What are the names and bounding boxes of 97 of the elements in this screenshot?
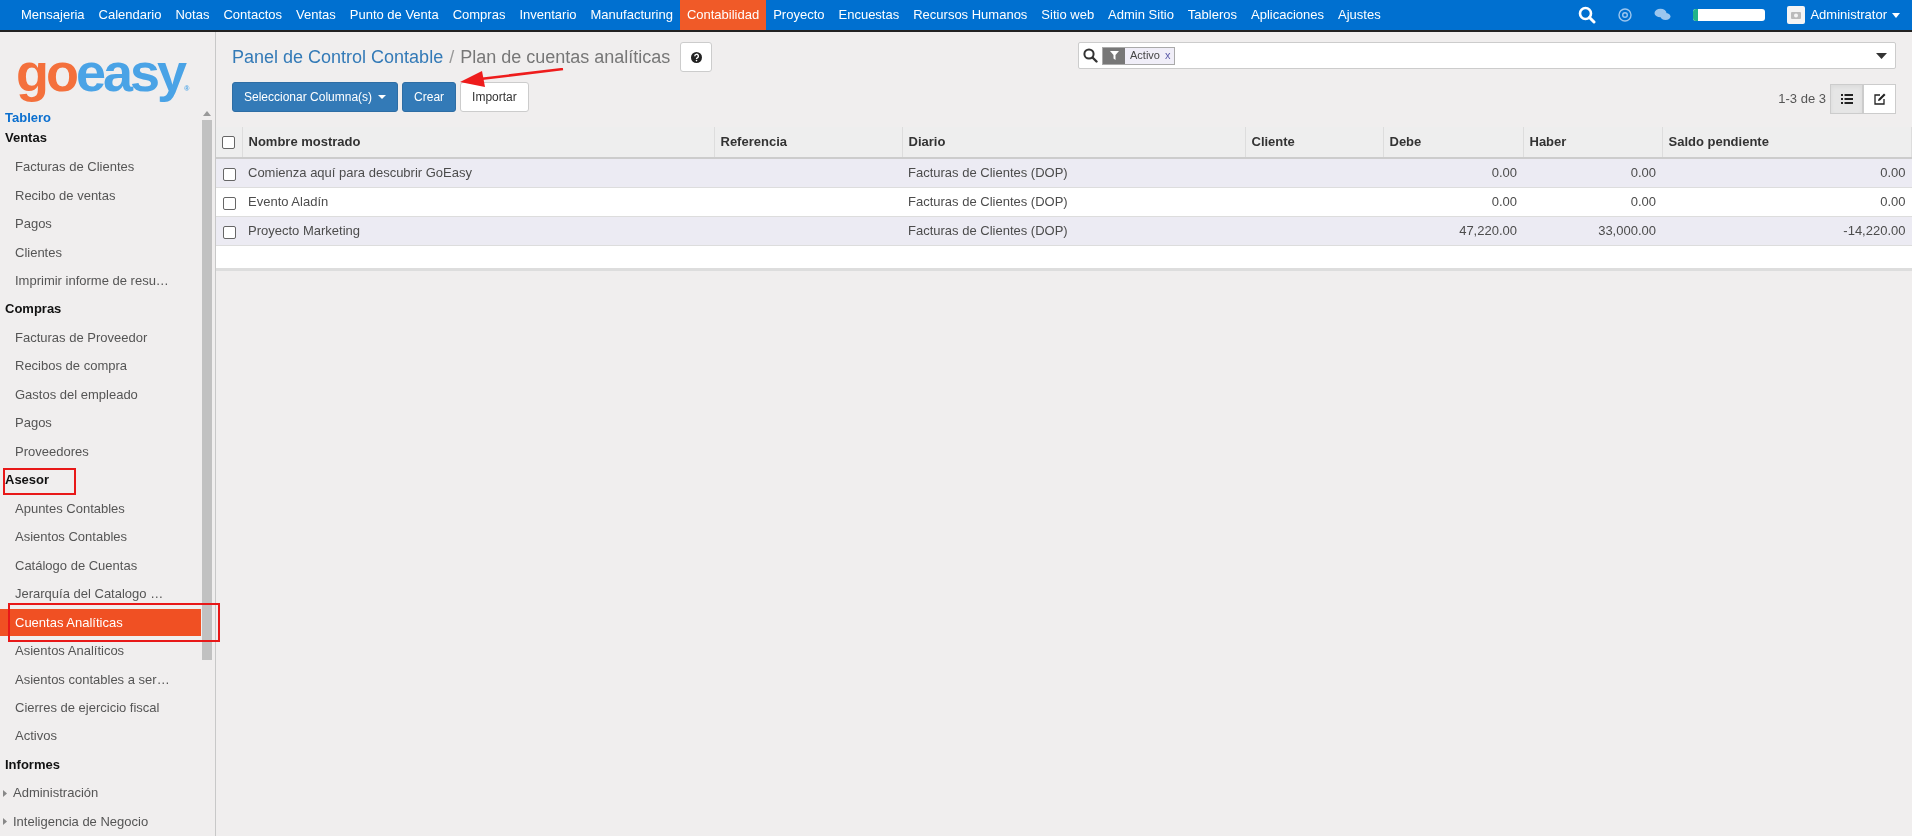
menu-tab[interactable]: Manufacturing — [583, 0, 680, 30]
menu-tab[interactable]: Contabilidad — [679, 0, 767, 30]
breadcrumb-separator: / — [449, 45, 455, 69]
breadcrumb-current: Plan de cuentas analíticas — [460, 45, 671, 69]
list-icon — [1840, 94, 1853, 104]
sidebar-link[interactable]: Tablero — [0, 107, 51, 129]
table-cell: Evento Aladín — [248, 193, 329, 209]
edit-icon — [1873, 93, 1886, 105]
sidebar-heading: Ventas — [5, 128, 47, 147]
caret-icon — [378, 95, 387, 99]
table-cell: 0.00 — [1491, 165, 1517, 180]
caret-icon — [1892, 12, 1900, 18]
menu-tab[interactable]: Punto de Venta — [342, 0, 446, 30]
scrollbar-thumb[interactable] — [202, 120, 212, 660]
sidebar-item[interactable]: Proveedores — [0, 438, 201, 466]
sidebar-item[interactable]: Pagos — [0, 210, 201, 238]
sidebar-item[interactable]: Recibo de ventas — [0, 181, 201, 209]
breadcrumb-link[interactable]: Panel de Control Contable — [232, 43, 444, 71]
sidebar-heading: Compras — [5, 300, 62, 319]
table-cell: 0.00 — [1630, 165, 1656, 180]
user-menu[interactable]: Administrator — [1787, 5, 1900, 25]
sidebar-item[interactable]: Catálogo de Cuentas — [0, 551, 201, 579]
sidebar-item[interactable]: Asientos Analíticos — [0, 637, 201, 665]
menu-tab[interactable]: Calendario — [91, 0, 169, 30]
table-cell: 0.00 — [1880, 193, 1906, 209]
table-cell: Facturas de Clientes (DOP) — [908, 222, 1068, 238]
table-cell: 33,000.00 — [1598, 222, 1656, 238]
button[interactable]: Seleccionar Columna(s) — [232, 82, 399, 112]
sidebar-heading: Informes — [5, 755, 60, 774]
view-toggle-button[interactable] — [1830, 84, 1863, 114]
menu-tab[interactable]: Recursos Humanos — [906, 0, 1035, 30]
column-header[interactable]: Saldo pendiente — [1668, 134, 1769, 150]
sidebar-item[interactable]: Facturas de Proveedor — [0, 324, 201, 352]
menu-tab[interactable]: Compras — [445, 0, 513, 30]
column-header[interactable]: Diario — [908, 134, 946, 150]
table-cell: Comienza aquí para descubrir GoEasy — [248, 165, 472, 180]
column-header[interactable]: Debe — [1389, 134, 1422, 150]
sidebar-item[interactable]: Administración — [0, 779, 201, 807]
column-header[interactable]: Haber — [1529, 134, 1567, 150]
chat-bubbles-icon[interactable] — [1654, 8, 1672, 22]
sidebar-item[interactable]: Recibos de compra — [0, 352, 201, 380]
search-icon — [1083, 48, 1098, 63]
menu-tab[interactable]: Tableros — [1180, 0, 1244, 30]
search-icon[interactable] — [1578, 6, 1597, 24]
checkbox[interactable] — [222, 135, 236, 149]
sidebar-item[interactable]: Asientos contables a ser… — [0, 665, 201, 693]
dropdown-caret-icon[interactable] — [1876, 52, 1887, 59]
checkbox[interactable] — [222, 196, 236, 210]
menu-tab[interactable]: Admin Sitio — [1101, 0, 1181, 30]
sidebar-item[interactable]: Clientes — [0, 238, 201, 266]
avatar-icon — [1787, 6, 1806, 24]
menu-tab[interactable]: Inventario — [512, 0, 584, 30]
menu-tab[interactable]: Ventas — [289, 0, 343, 30]
view-toggle-button[interactable] — [1863, 84, 1896, 114]
sidebar-item[interactable]: Cuentas Analíticas — [0, 608, 201, 636]
menu-tab[interactable]: Ajustes — [1331, 0, 1388, 30]
question-icon — [690, 51, 702, 63]
menu-tab[interactable]: Proyecto — [766, 0, 832, 30]
column-header[interactable]: Nombre mostrado — [248, 134, 361, 150]
sidebar-item[interactable]: Activos — [0, 722, 201, 750]
sidebar-item[interactable]: Pagos — [0, 409, 201, 437]
checkbox[interactable] — [222, 225, 236, 239]
sidebar-heading: Asesor — [5, 471, 50, 490]
filter-icon — [1109, 51, 1119, 60]
search-field[interactable]: Activo x — [1078, 42, 1896, 69]
sidebar-item[interactable]: Gastos del empleado — [0, 381, 201, 409]
table-cell: Facturas de Clientes (DOP) — [908, 165, 1068, 180]
help-button[interactable] — [680, 42, 713, 72]
at-sign-icon[interactable] — [1618, 8, 1633, 22]
table-cell: 0.00 — [1491, 193, 1517, 209]
checkbox[interactable] — [222, 167, 236, 181]
sidebar-item[interactable]: Jerarquía del Catalogo … — [0, 580, 201, 608]
table-cell: Facturas de Clientes (DOP) — [908, 193, 1068, 209]
sidebar-item[interactable]: Cierres de ejercicio fiscal — [0, 694, 201, 722]
menu-tab[interactable]: Aplicaciones — [1244, 0, 1331, 30]
pager-text: 1-3 de 3 — [1778, 90, 1826, 109]
remove-facet-button[interactable]: x — [1164, 47, 1175, 64]
column-header[interactable]: Cliente — [1251, 134, 1295, 150]
table-cell: -14,220.00 — [1843, 222, 1906, 238]
menu-tab[interactable]: Mensajeria — [14, 0, 92, 30]
table-cell: 47,220.00 — [1459, 222, 1517, 238]
table-cell: Proyecto Marketing — [248, 222, 360, 238]
menu-tab[interactable]: Notas — [168, 0, 217, 30]
sidebar-item[interactable]: Apuntes Contables — [0, 494, 201, 522]
sidebar-item[interactable]: Imprimir informe de resu… — [0, 267, 201, 295]
sidebar-item[interactable]: Facturas de Clientes — [0, 153, 201, 181]
button[interactable]: Importar — [460, 82, 529, 112]
sidebar-item[interactable]: Asientos Contables — [0, 523, 201, 551]
menu-tab[interactable]: Encuestas — [831, 0, 907, 30]
column-header[interactable]: Referencia — [720, 134, 787, 150]
table-cell: 0.00 — [1880, 165, 1906, 180]
menu-tab[interactable]: Contactos — [216, 0, 289, 30]
table-cell: 0.00 — [1630, 193, 1656, 209]
menu-tab[interactable]: Sitio web — [1034, 0, 1102, 30]
filter-facet[interactable]: Activo x — [1102, 46, 1176, 65]
button[interactable]: Crear — [402, 82, 457, 112]
sidebar-item[interactable]: Inteligencia de Negocio — [0, 808, 201, 836]
